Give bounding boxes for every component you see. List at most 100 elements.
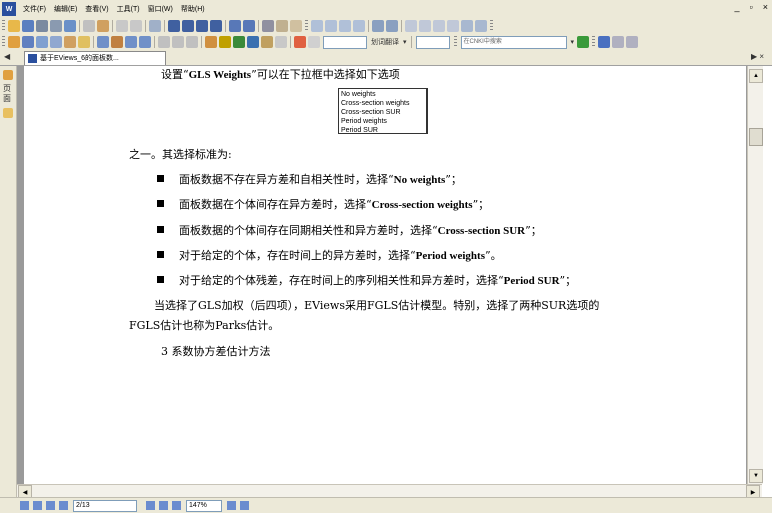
pages-panel-icon[interactable] [3, 70, 13, 80]
document-viewport[interactable]: 设置“GLS Weights”可以在下拉框中选择如下选项 No weights … [17, 66, 747, 484]
menu-tools[interactable]: 工具(T) [113, 4, 144, 14]
email-icon[interactable] [64, 20, 76, 32]
print-icon[interactable] [36, 20, 48, 32]
save-icon[interactable] [22, 20, 34, 32]
continuous-view-icon[interactable] [33, 501, 42, 510]
actual-size-icon[interactable] [419, 20, 431, 32]
paste-icon[interactable] [97, 20, 109, 32]
tab-scroll-left-icon[interactable]: ◀ [4, 52, 10, 61]
tab-scroll-right-close[interactable]: ▶ × [751, 52, 764, 61]
next-page-icon[interactable] [146, 501, 155, 510]
pages-panel-label[interactable]: 页面 [3, 84, 15, 104]
strikeout-icon[interactable] [233, 36, 245, 48]
forward-icon[interactable] [243, 20, 255, 32]
bookmark-icon[interactable] [294, 36, 306, 48]
rotate-icon[interactable] [372, 20, 384, 32]
zoom-tool-icon[interactable] [50, 36, 62, 48]
undo-icon[interactable] [116, 20, 128, 32]
next-page-icon[interactable] [196, 20, 208, 32]
dropdown-arrow-icon[interactable]: ▾ [401, 38, 409, 46]
heart-icon[interactable] [308, 36, 320, 48]
fit-icon[interactable] [386, 20, 398, 32]
attach-icon[interactable] [172, 36, 184, 48]
redo-icon[interactable] [130, 20, 142, 32]
select-text-icon[interactable] [262, 20, 274, 32]
single-page-icon[interactable] [311, 20, 323, 32]
app-icon[interactable]: W [2, 2, 16, 16]
rectangle-icon[interactable] [125, 36, 137, 48]
highlight-icon[interactable] [78, 36, 90, 48]
find-icon[interactable] [149, 20, 161, 32]
zoom-out-icon[interactable] [461, 20, 473, 32]
menu-view[interactable]: 查看(V) [81, 4, 112, 14]
text-select-icon[interactable] [36, 36, 48, 48]
facing-icon[interactable] [339, 20, 351, 32]
last-page-icon[interactable] [159, 501, 168, 510]
tab-document[interactable]: 基于EViews_6的面板数... [24, 51, 166, 65]
open-icon[interactable] [8, 20, 20, 32]
scroll-up-icon[interactable]: ▲ [749, 69, 763, 83]
settings-icon[interactable] [626, 36, 639, 48]
annotations-panel-icon[interactable] [3, 108, 13, 118]
ellipse-icon[interactable] [139, 36, 151, 48]
prev-page-icon[interactable] [182, 20, 194, 32]
split-icon[interactable] [353, 20, 365, 32]
menu-help[interactable]: 帮助(H) [177, 4, 209, 14]
copy-icon[interactable] [83, 20, 95, 32]
fit-page-icon[interactable] [447, 20, 459, 32]
line-icon[interactable] [97, 36, 109, 48]
toolbar-grip[interactable] [2, 20, 5, 32]
vertical-scrollbar[interactable]: ▲ ▼ [747, 66, 763, 484]
back-icon[interactable] [229, 20, 241, 32]
eraser-icon[interactable] [275, 36, 287, 48]
zoom-in-icon[interactable] [227, 501, 236, 510]
zoom-menu-icon[interactable] [240, 501, 249, 510]
continuous-icon[interactable] [325, 20, 337, 32]
scroll-down-icon[interactable]: ▼ [749, 469, 763, 483]
first-page-icon[interactable] [168, 20, 180, 32]
note-icon[interactable] [64, 36, 76, 48]
fullscreen-icon[interactable] [405, 20, 417, 32]
pencil-icon[interactable] [111, 36, 123, 48]
horizontal-scrollbar[interactable]: ◀ ▶ [17, 484, 762, 499]
about-icon[interactable] [612, 36, 625, 48]
scroll-thumb[interactable] [749, 128, 763, 146]
single-page-view-icon[interactable] [20, 501, 29, 510]
text-annotate-icon[interactable] [205, 36, 217, 48]
zoom-out-icon[interactable] [172, 501, 181, 510]
anchor-icon[interactable] [247, 36, 259, 48]
minimize-button[interactable]: _ [735, 2, 740, 12]
fit-width-icon[interactable] [433, 20, 445, 32]
pointer-icon[interactable] [22, 36, 34, 48]
cnki-search-input[interactable]: 在CNKI中搜索 [460, 35, 567, 49]
print-preview-icon[interactable] [50, 20, 62, 32]
hand-icon[interactable] [290, 20, 302, 32]
search-dropdown-icon[interactable]: ▾ [569, 38, 577, 46]
zoom-level-input[interactable]: 147% [186, 499, 222, 512]
select-icon[interactable] [8, 36, 20, 48]
squiggly-icon[interactable] [261, 36, 273, 48]
search-go-icon[interactable] [577, 36, 590, 48]
gls-weights-listbox: No weights Cross-section weights Cross-s… [338, 88, 428, 134]
stamp-icon[interactable] [158, 36, 170, 48]
snapshot-icon[interactable] [276, 20, 288, 32]
bullet-item: 面板数据在个体间存在异方差时，选择“Cross-section weights”… [179, 198, 490, 211]
menu-edit[interactable]: 编辑(E) [50, 4, 81, 14]
help-icon[interactable] [598, 36, 611, 48]
prev-page-icon[interactable] [59, 501, 68, 510]
menu-window[interactable]: 窗口(W) [144, 4, 177, 14]
first-page-icon[interactable] [46, 501, 55, 510]
last-page-icon[interactable] [210, 20, 222, 32]
close-button[interactable]: × [763, 2, 768, 12]
side-panel: 页面 [0, 66, 17, 498]
image-icon[interactable] [186, 36, 198, 48]
restore-button[interactable]: ▫ [750, 2, 753, 12]
menu-file[interactable]: 文件(F) [19, 4, 50, 14]
translate-field[interactable] [323, 35, 367, 49]
list-option: Cross-section weights [341, 100, 410, 107]
translate-select[interactable]: 划词翻译 [369, 37, 401, 47]
zoom-in-icon[interactable] [475, 20, 487, 32]
underline-icon[interactable] [219, 36, 231, 48]
blank-field[interactable] [415, 35, 450, 49]
page-number-input[interactable]: 2/13 [73, 499, 137, 512]
